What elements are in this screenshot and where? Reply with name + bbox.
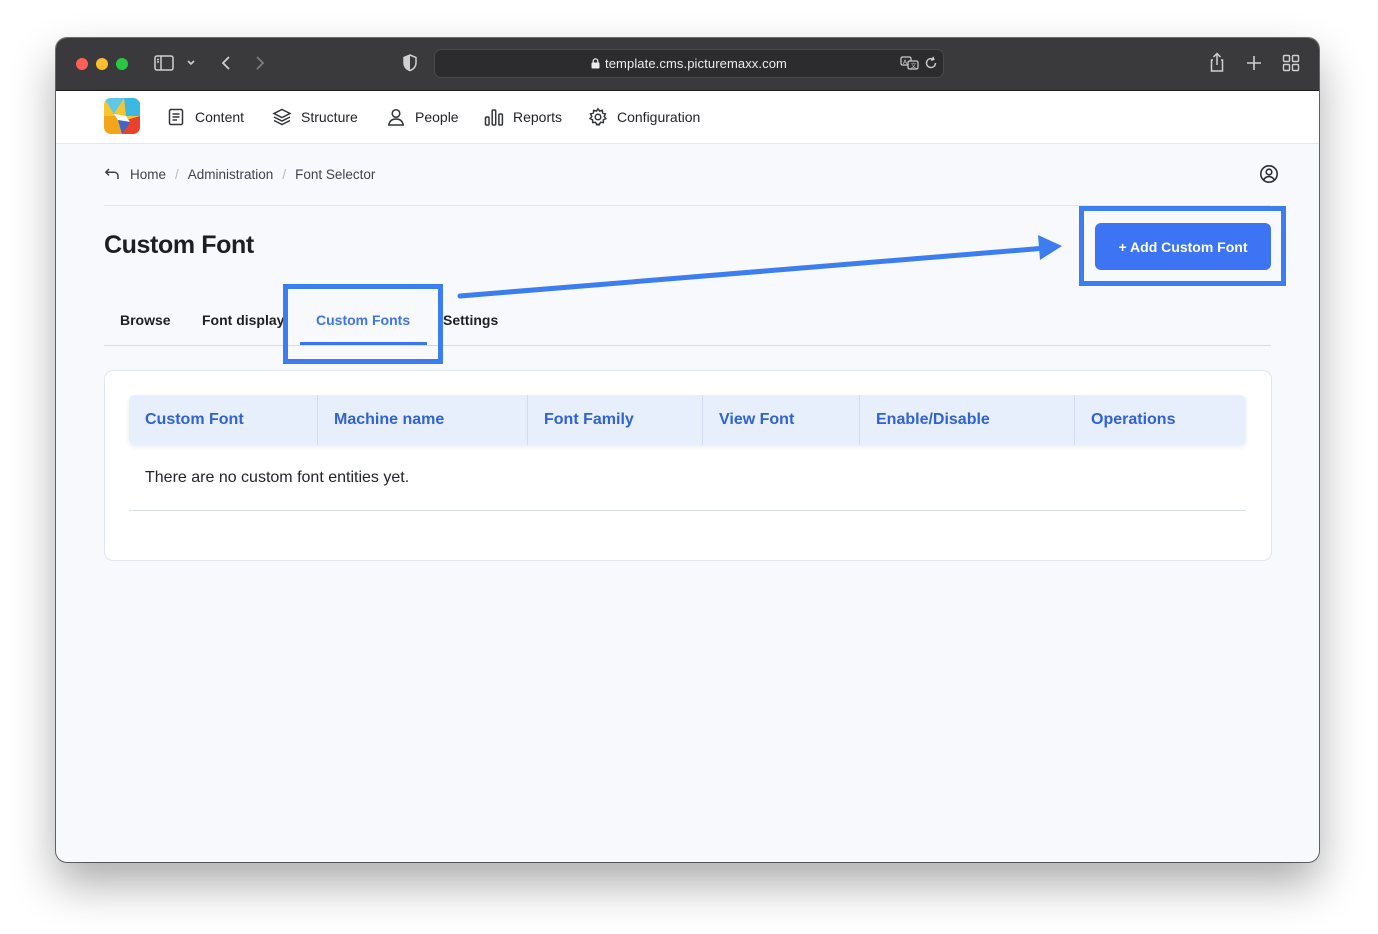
custom-fonts-table-card: Custom Font Machine name Font Family Vie… — [104, 370, 1272, 561]
nav-item-content[interactable]: Content — [166, 91, 244, 143]
empty-table-message: There are no custom font entities yet. — [145, 469, 410, 486]
address-bar[interactable]: template.cms.picturemaxx.com A文 — [434, 49, 944, 78]
lock-icon — [591, 58, 600, 69]
back-arrow-icon[interactable] — [216, 52, 236, 74]
tab-settings[interactable]: Settings — [443, 312, 498, 328]
add-button-highlight — [1079, 206, 1286, 286]
nav-label: Structure — [301, 109, 358, 125]
bar-chart-icon — [484, 109, 504, 126]
top-navigation: Content Structure People Reports Configu… — [56, 91, 1319, 144]
tab-font-display[interactable]: Font display — [202, 312, 284, 328]
browser-toolbar: template.cms.picturemaxx.com A文 — [56, 38, 1319, 91]
reload-icon[interactable] — [923, 55, 939, 76]
nav-item-people[interactable]: People — [386, 91, 459, 143]
column-header-enable-disable[interactable]: Enable/Disable — [860, 395, 1075, 445]
back-arrow-icon[interactable] — [104, 167, 120, 181]
user-account-icon[interactable] — [1259, 164, 1279, 189]
document-icon — [168, 108, 184, 126]
url-text: template.cms.picturemaxx.com — [605, 56, 787, 71]
new-tab-icon[interactable] — [1244, 53, 1264, 73]
breadcrumb-font-selector[interactable]: Font Selector — [295, 167, 375, 182]
nav-label: Content — [195, 109, 245, 125]
column-header-view-font[interactable]: View Font — [703, 395, 860, 445]
forward-arrow-icon[interactable] — [250, 52, 270, 74]
breadcrumb-separator: / — [282, 166, 287, 182]
minimize-window-button[interactable] — [96, 58, 108, 70]
svg-text:文: 文 — [911, 62, 917, 70]
sidebar-toggle-icon[interactable] — [153, 52, 175, 74]
nav-item-configuration[interactable]: Configuration — [588, 91, 700, 143]
zoom-window-button[interactable] — [116, 58, 128, 70]
close-window-button[interactable] — [76, 58, 88, 70]
share-icon[interactable] — [1207, 51, 1227, 75]
breadcrumb: Home / Administration / Font Selector — [104, 165, 375, 183]
tab-browse[interactable]: Browse — [120, 312, 171, 328]
chevron-down-icon[interactable] — [184, 54, 198, 72]
table-header: Custom Font Machine name Font Family Vie… — [129, 395, 1246, 445]
breadcrumb-separator: / — [175, 166, 179, 182]
breadcrumb-home[interactable]: Home — [130, 167, 166, 182]
translate-icon[interactable]: A文 — [900, 55, 920, 76]
nav-label: People — [415, 109, 459, 125]
nav-item-reports[interactable]: Reports — [484, 91, 562, 143]
tab-bar: Browse Font display Custom Fonts Setting… — [104, 304, 1271, 346]
person-icon — [387, 108, 405, 126]
column-header-machine-name[interactable]: Machine name — [318, 395, 528, 445]
nav-label: Reports — [513, 109, 563, 125]
nav-item-structure[interactable]: Structure — [272, 91, 358, 143]
tab-overview-icon[interactable] — [1281, 53, 1301, 73]
column-header-custom-font[interactable]: Custom Font — [129, 395, 318, 445]
column-header-operations[interactable]: Operations — [1075, 395, 1246, 445]
app-logo[interactable] — [104, 98, 140, 134]
layers-icon — [272, 108, 292, 126]
column-header-font-family[interactable]: Font Family — [528, 395, 703, 445]
custom-fonts-tab-highlight — [283, 284, 443, 364]
page-title: Custom Font — [104, 231, 254, 259]
browser-window: template.cms.picturemaxx.com A文 Content … — [56, 38, 1319, 862]
table-bottom-border — [129, 510, 1246, 511]
breadcrumb-administration[interactable]: Administration — [188, 167, 274, 182]
shield-icon[interactable] — [400, 52, 420, 74]
nav-label: Configuration — [617, 109, 701, 125]
gear-icon — [588, 107, 608, 126]
